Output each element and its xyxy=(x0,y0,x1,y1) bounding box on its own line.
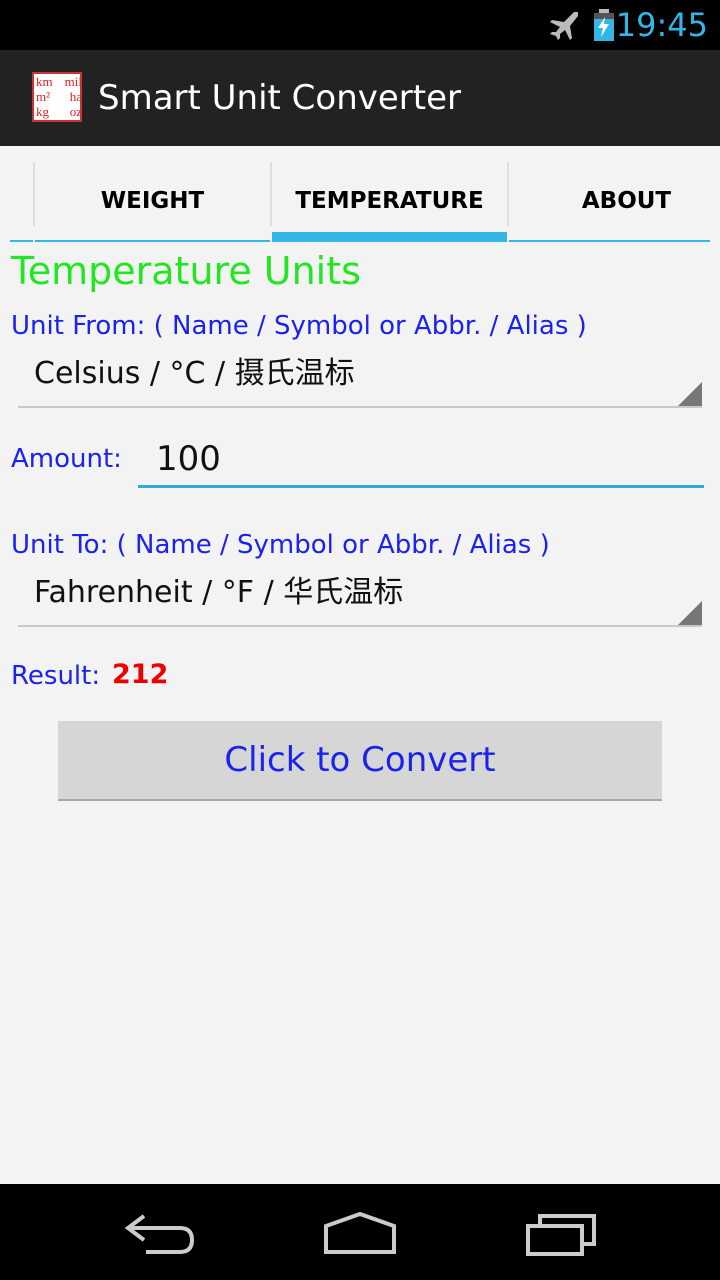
app-title: Smart Unit Converter xyxy=(98,78,462,118)
tab-weight[interactable]: WEIGHT xyxy=(35,160,270,242)
section-title: Temperature Units xyxy=(11,249,361,293)
convert-button[interactable]: Click to Convert xyxy=(58,721,662,801)
amount-input[interactable] xyxy=(138,432,704,488)
tab-about[interactable]: ABOUT xyxy=(509,160,720,242)
tab-temperature[interactable]: TEMPERATURE xyxy=(272,160,507,242)
unit-from-label: Unit From: ( Name / Symbol or Abbr. / Al… xyxy=(11,311,587,341)
app-logo-text: ha xyxy=(69,89,82,104)
tab-underline xyxy=(509,240,710,242)
unit-to-spinner[interactable]: Fahrenheit / °F / 华氏温标 xyxy=(18,563,702,627)
screen: 19:45 km mil m² ha kg oz Smart Unit Conv… xyxy=(0,0,720,1280)
battery-charging-icon xyxy=(594,9,614,41)
tab-underline xyxy=(35,240,270,242)
airplane-mode-icon xyxy=(550,12,578,40)
action-bar: km mil m² ha kg oz Smart Unit Converter xyxy=(0,50,720,146)
navigation-bar xyxy=(0,1184,720,1280)
tab-bar: WEIGHT TEMPERATURE ABOUT xyxy=(10,160,710,242)
dropdown-arrow-icon xyxy=(678,382,702,406)
unit-to-label: Unit To: ( Name / Symbol or Abbr. / Alia… xyxy=(11,530,550,560)
unit-from-spinner[interactable]: Celsius / °C / 摄氏温标 xyxy=(18,344,702,408)
app-logo-icon: km mil m² ha kg oz xyxy=(32,72,82,122)
tab-active-indicator xyxy=(272,232,507,242)
result-value: 212 xyxy=(112,659,169,690)
amount-label: Amount: xyxy=(11,444,122,474)
recent-apps-icon[interactable] xyxy=(510,1202,610,1262)
app-logo-text: km xyxy=(36,74,53,89)
app-logo-text: m² xyxy=(36,89,51,104)
status-bar: 19:45 xyxy=(0,0,720,50)
result-label: Result: xyxy=(11,661,101,691)
app-logo-text: mil xyxy=(64,74,82,89)
unit-to-value: Fahrenheit / °F / 华氏温标 xyxy=(34,575,404,610)
home-icon[interactable] xyxy=(310,1202,410,1262)
app-logo-text: kg xyxy=(36,104,49,119)
tab-underline xyxy=(10,240,33,242)
dropdown-arrow-icon xyxy=(678,601,702,625)
unit-from-value: Celsius / °C / 摄氏温标 xyxy=(34,356,355,391)
back-icon[interactable] xyxy=(110,1202,210,1262)
status-clock: 19:45 xyxy=(615,6,708,44)
app-logo-text: oz xyxy=(69,104,82,119)
